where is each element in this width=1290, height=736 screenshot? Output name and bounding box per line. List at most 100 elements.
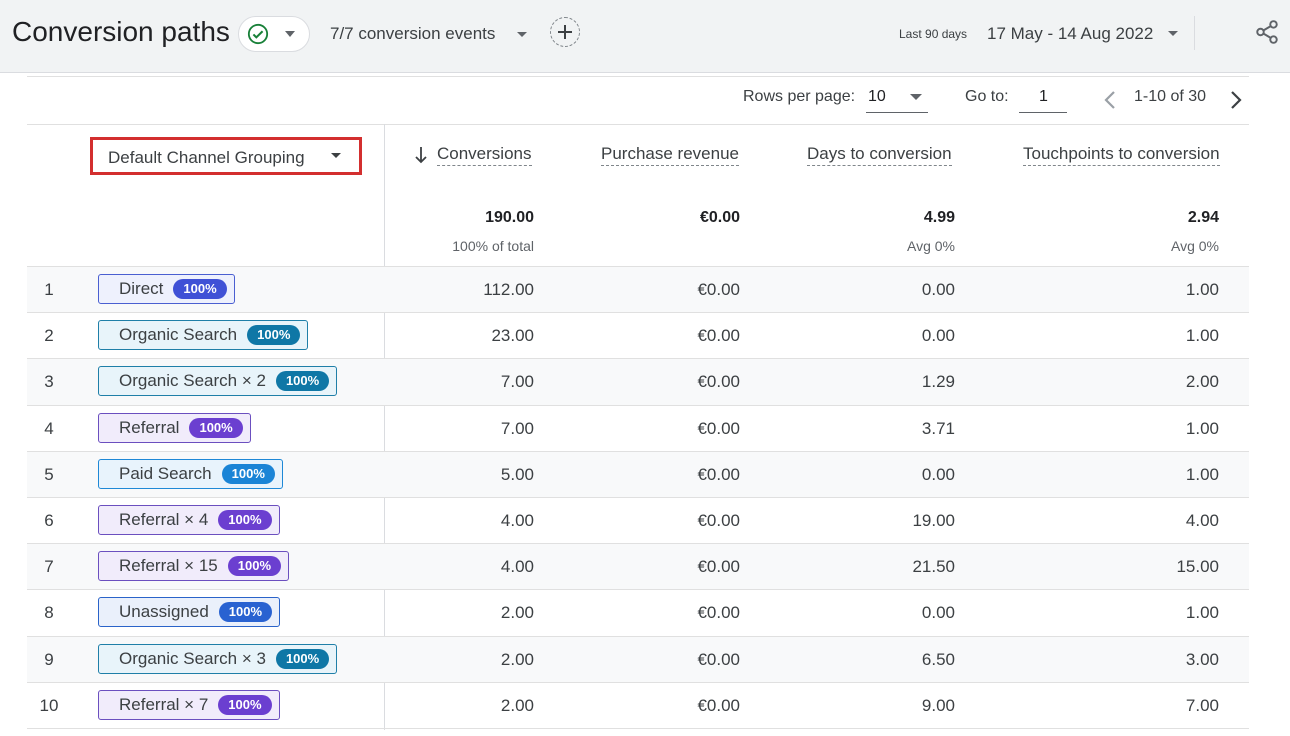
subtotal-days-to-conversion: Avg 0% xyxy=(907,238,955,254)
cell-purchase-revenue: €0.00 xyxy=(697,280,740,299)
cell-days-to-conversion: 0.00 xyxy=(921,465,955,484)
chevron-down-icon xyxy=(285,31,295,37)
chevron-down-icon xyxy=(1168,31,1178,36)
goto-label: Go to: xyxy=(965,88,1009,105)
total-purchase-revenue: €0.00 xyxy=(699,209,740,226)
row-number: 1 xyxy=(44,280,54,299)
row-number: 3 xyxy=(44,372,54,391)
path-chip[interactable]: Organic Search × 2 100% xyxy=(98,366,338,396)
rows-per-page-select[interactable]: 10 xyxy=(866,86,928,113)
path-label: Unassigned xyxy=(119,602,209,621)
percent-badge: 100% xyxy=(275,371,330,391)
cell-touchpoints: 1.00 xyxy=(1185,280,1219,299)
table-row[interactable]: 2 Organic Search 100% 23.00 €0.00 0.00 1.00 xyxy=(27,313,1249,359)
cell-touchpoints: 4.00 xyxy=(1185,511,1219,530)
cell-conversions: 2.00 xyxy=(500,650,534,669)
percent-badge: 100% xyxy=(227,556,281,576)
row-number: 5 xyxy=(44,465,54,484)
cell-conversions: 4.00 xyxy=(500,557,534,576)
dimension-label: Default Channel Grouping xyxy=(108,148,305,167)
cell-conversions: 7.00 xyxy=(500,419,534,438)
date-range-selector[interactable]: 17 May - 14 Aug 2022 xyxy=(987,24,1153,44)
path-chip[interactable]: Unassigned 100% xyxy=(98,597,281,627)
percent-badge: 100% xyxy=(221,464,275,484)
goto-page-input[interactable]: 1 xyxy=(1019,86,1067,113)
path-chip[interactable]: Organic Search × 3 100% xyxy=(98,644,338,674)
path-label: Referral × 7 xyxy=(119,695,209,714)
dimension-dropdown[interactable]: Default Channel Grouping xyxy=(90,137,362,175)
table-row[interactable]: 7 Referral × 15 100% 4.00 €0.00 21.50 15.00 xyxy=(27,544,1249,590)
cell-conversions: 23.00 xyxy=(491,326,534,345)
column-header-conversions[interactable]: Conversions xyxy=(437,144,532,166)
path-chip[interactable]: Referral × 7 100% xyxy=(98,690,280,720)
path-label: Organic Search × 3 xyxy=(119,649,266,668)
path-chip[interactable]: Paid Search 100% xyxy=(98,459,283,489)
divider xyxy=(27,728,1249,729)
cell-days-to-conversion: 9.00 xyxy=(921,696,955,715)
path-chip[interactable]: Referral × 15 100% xyxy=(98,551,289,581)
conversion-events-selector[interactable]: 7/7 conversion events xyxy=(330,24,495,44)
cell-days-to-conversion: 21.50 xyxy=(912,557,955,576)
row-number: 8 xyxy=(44,603,54,622)
path-chip[interactable]: Referral × 4 100% xyxy=(98,505,280,535)
cell-conversions: 7.00 xyxy=(500,372,534,391)
cell-days-to-conversion: 6.50 xyxy=(921,650,955,669)
cell-touchpoints: 2.00 xyxy=(1185,372,1219,391)
percent-badge: 100% xyxy=(275,649,330,669)
subtotal-touchpoints: Avg 0% xyxy=(1171,238,1219,254)
cell-touchpoints: 7.00 xyxy=(1185,696,1219,715)
cell-purchase-revenue: €0.00 xyxy=(697,696,740,715)
cell-days-to-conversion: 0.00 xyxy=(921,326,955,345)
chevron-right-icon[interactable] xyxy=(1226,88,1246,112)
table-row[interactable]: 3 Organic Search × 2 100% 7.00 €0.00 1.29 2.00 xyxy=(27,359,1249,405)
chevron-down-icon xyxy=(331,153,341,158)
column-header-days-to-conversion[interactable]: Days to conversion xyxy=(807,144,952,166)
status-dropdown[interactable] xyxy=(238,16,310,52)
table-row[interactable]: 8 Unassigned 100% 2.00 €0.00 0.00 1.00 xyxy=(27,590,1249,636)
table-row[interactable]: 9 Organic Search × 3 100% 2.00 €0.00 6.50 3.00 xyxy=(27,637,1249,683)
chevron-left-icon[interactable] xyxy=(1100,88,1120,112)
cell-days-to-conversion: 3.71 xyxy=(921,419,955,438)
path-chip[interactable]: Direct 100% xyxy=(98,274,235,304)
cell-purchase-revenue: €0.00 xyxy=(697,511,740,530)
row-number: 6 xyxy=(44,511,54,530)
cell-conversions: 5.00 xyxy=(500,465,534,484)
column-header-touchpoints[interactable]: Touchpoints to conversion xyxy=(1023,144,1220,166)
path-chip[interactable]: Referral 100% xyxy=(98,413,251,443)
chevron-down-icon xyxy=(517,32,527,37)
date-range-tag: Last 90 days xyxy=(899,27,968,41)
table-row[interactable]: 1 Direct 100% 112.00 €0.00 0.00 1.00 xyxy=(27,267,1249,313)
table-row[interactable]: 10 Referral × 7 100% 2.00 €0.00 9.00 7.00 xyxy=(27,683,1249,729)
row-number: 2 xyxy=(44,326,54,345)
column-header-purchase-revenue[interactable]: Purchase revenue xyxy=(601,144,739,166)
table-row[interactable]: 5 Paid Search 100% 5.00 €0.00 0.00 1.00 xyxy=(27,452,1249,498)
cell-touchpoints: 3.00 xyxy=(1185,650,1219,669)
table-row[interactable]: 4 Referral 100% 7.00 €0.00 3.71 1.00 xyxy=(27,406,1249,452)
row-number: 10 xyxy=(39,696,59,715)
path-label: Referral xyxy=(119,418,180,437)
divider xyxy=(27,76,1249,77)
cell-purchase-revenue: €0.00 xyxy=(697,372,740,391)
conversion-paths-table: Default Channel Grouping Conversions Pur… xyxy=(27,124,1249,730)
share-icon[interactable] xyxy=(1254,19,1280,45)
add-comparison-button[interactable] xyxy=(550,17,580,47)
page-title: Conversion paths xyxy=(12,16,230,47)
total-conversions: 190.00 xyxy=(485,209,534,226)
percent-badge: 100% xyxy=(218,695,272,715)
rows-per-page-value: 10 xyxy=(868,88,886,105)
cell-days-to-conversion: 0.00 xyxy=(921,280,955,299)
path-chip[interactable]: Organic Search 100% xyxy=(98,320,309,350)
percent-badge: 100% xyxy=(218,602,273,622)
total-touchpoints: 2.94 xyxy=(1187,209,1219,226)
cell-days-to-conversion: 0.00 xyxy=(921,603,955,622)
cell-purchase-revenue: €0.00 xyxy=(697,603,740,622)
percent-badge: 100% xyxy=(247,325,301,345)
arrow-down-icon xyxy=(415,147,427,164)
row-number: 9 xyxy=(44,650,54,669)
cell-purchase-revenue: €0.00 xyxy=(697,465,740,484)
table-row[interactable]: 6 Referral × 4 100% 4.00 €0.00 19.00 4.00 xyxy=(27,498,1249,544)
cell-days-to-conversion: 19.00 xyxy=(912,511,955,530)
cell-touchpoints: 1.00 xyxy=(1185,603,1219,622)
row-number: 4 xyxy=(44,419,54,438)
path-label: Direct xyxy=(119,279,164,298)
